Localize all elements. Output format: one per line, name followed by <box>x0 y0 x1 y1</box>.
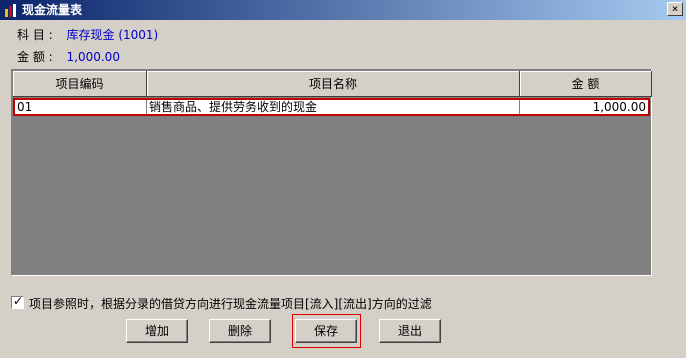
amount-row: 金 额 : 1,000.00 <box>17 48 120 65</box>
delete-button[interactable]: 删除 <box>209 319 271 343</box>
row-name-cell[interactable]: 销售商品、提供劳务收到的现金 <box>147 100 520 114</box>
direction-filter-checkbox[interactable]: ✓ <box>11 294 24 309</box>
column-header-name[interactable]: 项目名称 <box>147 71 520 97</box>
column-header-code[interactable]: 项目编码 <box>13 71 147 97</box>
subject-row: 科 目 : 库存现金 (1001) <box>17 26 158 43</box>
app-icon <box>5 4 16 17</box>
exit-button[interactable]: 退出 <box>379 319 441 343</box>
direction-filter-label[interactable]: 项目参照时，根据分录的借贷方向进行现金流量项目[流入][流出]方向的过滤 <box>29 295 432 312</box>
close-button[interactable]: × <box>667 2 683 16</box>
title-bar[interactable]: 现金流量表 × <box>0 0 686 20</box>
amount-label: 金 额 : <box>17 50 53 64</box>
row-code-cell[interactable]: 01 <box>15 100 147 114</box>
cash-flow-dialog: 现金流量表 × 科 目 : 库存现金 (1001) 金 额 : 1,000.00… <box>0 0 686 358</box>
row-amount-cell[interactable]: 1,000.00 <box>520 100 648 114</box>
add-button[interactable]: 增加 <box>126 319 188 343</box>
close-icon: × <box>671 2 679 15</box>
amount-value: 1,000.00 <box>66 50 120 64</box>
cash-flow-grid[interactable]: 项目编码 项目名称 金 额 01 销售商品、提供劳务收到的现金 1,000.00 <box>11 69 652 276</box>
checkmark-icon: ✓ <box>13 294 24 308</box>
subject-label: 科 目 : <box>17 28 53 42</box>
save-button[interactable]: 保存 <box>295 319 357 343</box>
subject-value: 库存现金 (1001) <box>66 28 159 42</box>
column-header-amount[interactable]: 金 额 <box>520 71 652 97</box>
window-title: 现金流量表 <box>22 3 83 17</box>
table-row[interactable]: 01 销售商品、提供劳务收到的现金 1,000.00 <box>13 98 650 116</box>
